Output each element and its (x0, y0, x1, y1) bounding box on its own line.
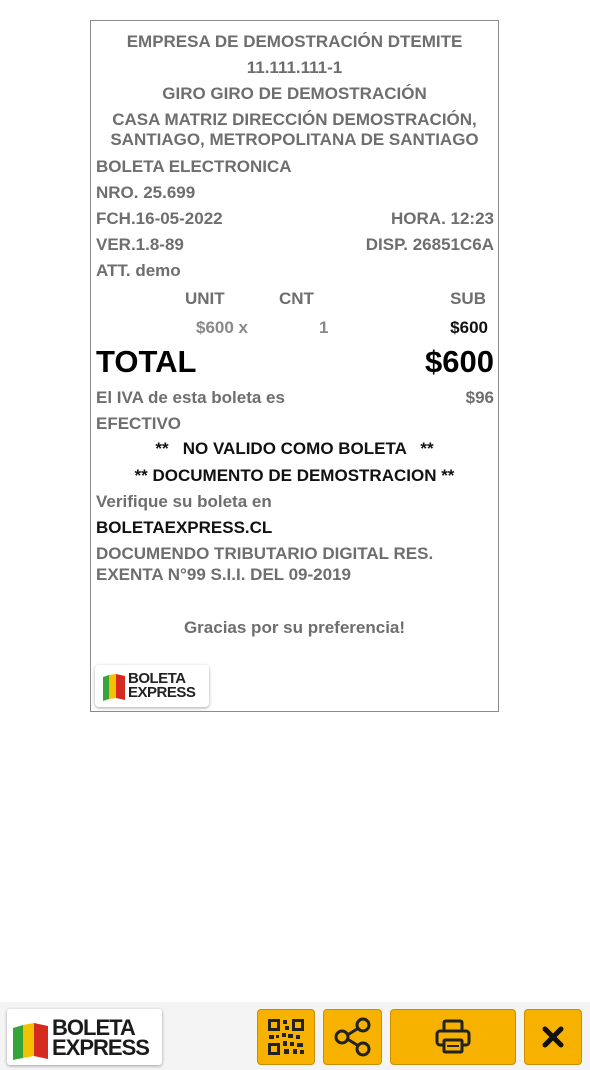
document-type: BOLETA ELECTRONICA (96, 157, 292, 176)
notice-not-valid: ** NO VALIDO COMO BOLETA ** (155, 439, 434, 458)
iva-value: $96 (465, 388, 494, 407)
qr-code-icon (268, 1019, 304, 1055)
total-label: TOTAL (96, 344, 197, 379)
verify-url[interactable]: BOLETAEXPRESS.CL (96, 518, 272, 538)
company-name: EMPRESA DE DEMOSTRACIÓN DTEMITE (126, 32, 463, 51)
share-icon (334, 1017, 370, 1057)
column-unit: UNIT (185, 289, 225, 308)
receipt: EMPRESA DE DEMOSTRACIÓN DTEMITE 11.111.1… (90, 20, 499, 712)
address-line-2: SANTIAGO, METROPOLITANA DE SANTIAGO (110, 130, 479, 149)
legal-line-2: EXENTA N°99 S.I.I. DEL 09-2019 (96, 565, 351, 584)
document-number: NRO. 25.699 (96, 183, 196, 202)
close-icon (542, 1026, 564, 1048)
column-qty: CNT (279, 289, 314, 308)
company-rut: 11.111.111-1 (246, 58, 343, 77)
share-button[interactable] (323, 1009, 382, 1065)
document-date: FCH.16-05-2022 (96, 209, 223, 228)
boleta-express-logo-toolbar: BOLETA EXPRESS (7, 1009, 162, 1065)
printer-icon (435, 1019, 471, 1054)
item-subtotal: $600 (450, 318, 488, 337)
column-sub: SUB (450, 289, 486, 308)
bottom-toolbar: BOLETA EXPRESS (0, 1002, 590, 1070)
attendant: ATT. demo (96, 261, 181, 280)
item-qty: 1 (319, 318, 329, 337)
thanks-message: Gracias por su preferencia! (183, 618, 406, 637)
document-time: HORA. 12:23 (391, 209, 494, 228)
close-button[interactable] (524, 1009, 582, 1065)
version: VER.1.8-89 (96, 235, 184, 254)
qr-code-button[interactable] (257, 1009, 315, 1065)
legal-line-1: DOCUMENDO TRIBUTARIO DIGITAL RES. (96, 544, 434, 563)
item-unit-price: $600 x (196, 318, 248, 337)
notice-demo: ** DOCUMENTO DE DEMOSTRACION ** (134, 466, 455, 485)
device-id: DISP. 26851C6A (365, 235, 494, 254)
verify-label: Verifique su boleta en (96, 492, 272, 511)
logo-text-express: EXPRESS (52, 1035, 150, 1060)
company-giro: GIRO GIRO DE DEMOSTRACIÓN (162, 84, 427, 103)
iva-label: El IVA de esta boleta es (96, 388, 285, 407)
print-button[interactable] (390, 1009, 516, 1065)
payment-method: EFECTIVO (96, 414, 182, 433)
boleta-express-logo: BOLETA EXPRESS (95, 665, 209, 707)
total-value: $600 (425, 344, 494, 379)
logo-text-express: EXPRESS (128, 684, 196, 701)
address-line-1: CASA MATRIZ DIRECCIÓN DEMOSTRACIÓN, (112, 110, 477, 129)
